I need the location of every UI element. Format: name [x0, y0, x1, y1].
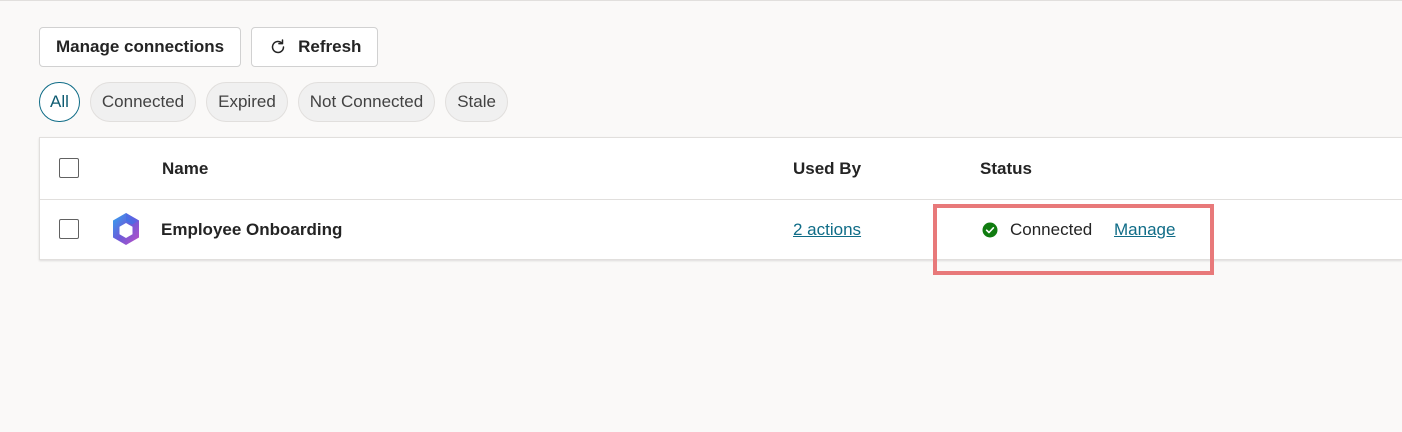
filter-stale[interactable]: Stale	[445, 82, 508, 122]
filter-connected[interactable]: Connected	[89, 82, 197, 122]
connections-table: Name Used By Status Employee Onboarding …	[39, 137, 1402, 260]
filter-connected-label: Connected	[101, 92, 185, 111]
manage-connections-button[interactable]: Manage connections	[39, 27, 242, 67]
filter-expired[interactable]: Expired	[206, 82, 288, 122]
status-filter-bar: All Connected Expired Not Connected Stal…	[39, 82, 508, 122]
top-divider	[0, 0, 1402, 1]
toolbar: Manage connections Refresh	[39, 27, 379, 67]
check-circle-icon	[982, 222, 998, 238]
status-text: Connected	[1010, 220, 1093, 239]
select-all-checkbox[interactable]	[59, 158, 79, 178]
microsoft-365-icon	[108, 211, 144, 247]
filter-expired-label: Expired	[218, 92, 276, 111]
refresh-label: Refresh	[298, 37, 362, 56]
refresh-button[interactable]: Refresh	[251, 27, 379, 67]
column-header-used-by[interactable]: Used By	[793, 159, 861, 179]
filter-all[interactable]: All	[39, 82, 80, 122]
used-by-actions-link[interactable]: 2 actions	[793, 220, 861, 240]
column-header-status[interactable]: Status	[980, 159, 1032, 179]
table-header-row: Name Used By Status	[40, 138, 1402, 200]
refresh-icon	[268, 37, 288, 57]
manage-connections-label: Manage connections	[56, 37, 225, 56]
table-row[interactable]: Employee Onboarding 2 actions Connected …	[40, 199, 1402, 260]
column-header-name[interactable]: Name	[162, 159, 208, 179]
manage-link[interactable]: Manage	[1114, 220, 1175, 240]
row-select-checkbox[interactable]	[59, 219, 79, 239]
connection-name: Employee Onboarding	[161, 220, 343, 239]
filter-all-label: All	[50, 92, 69, 111]
filter-stale-label: Stale	[457, 92, 496, 111]
filter-not-connected[interactable]: Not Connected	[297, 82, 436, 122]
filter-not-connected-label: Not Connected	[309, 92, 424, 111]
